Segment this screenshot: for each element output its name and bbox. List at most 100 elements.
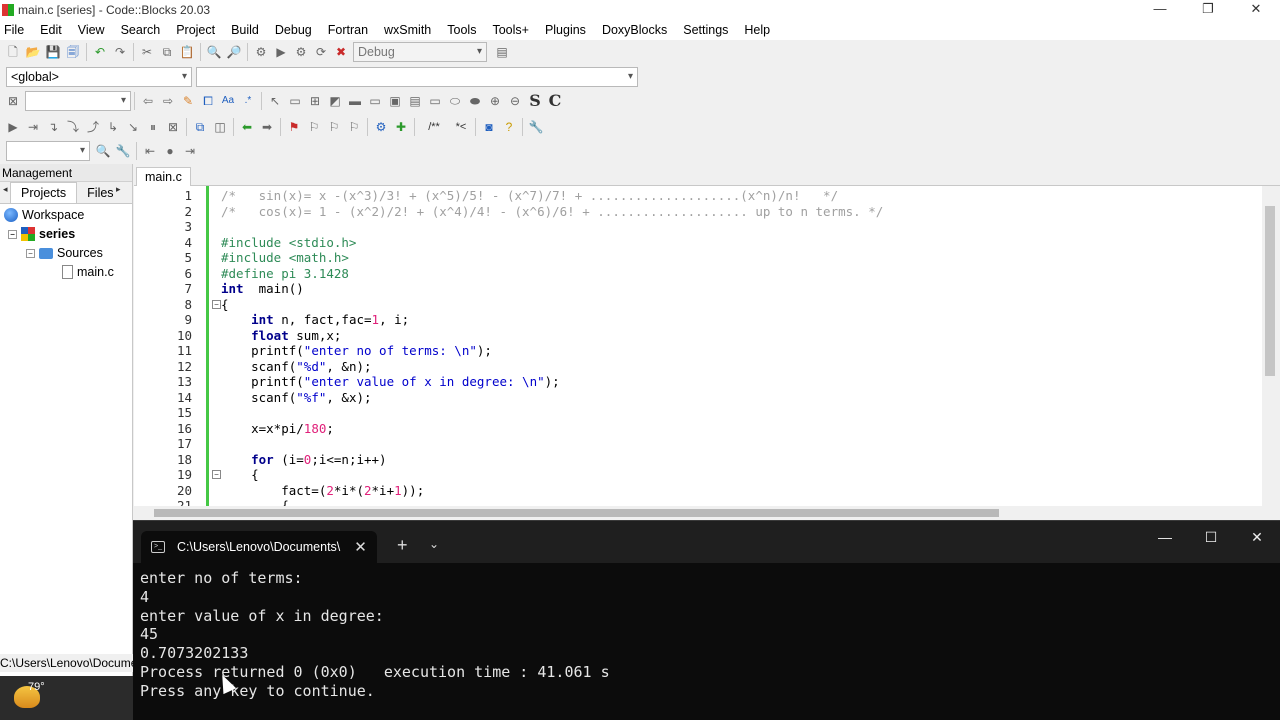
- find-combo[interactable]: ▾: [25, 91, 131, 111]
- block-c-icon[interactable]: ▣: [386, 92, 404, 110]
- horizontal-scroll-thumb[interactable]: [154, 509, 999, 517]
- tree-project[interactable]: − series: [8, 225, 75, 243]
- open-file-icon[interactable]: 📂: [24, 43, 42, 61]
- help-icon[interactable]: ?: [500, 118, 518, 136]
- block-d-icon[interactable]: ▤: [406, 92, 424, 110]
- terminal-tab[interactable]: >_ C:\Users\Lenovo\Documents\ ✕: [141, 531, 377, 563]
- debug-info-icon[interactable]: ◫: [211, 118, 229, 136]
- clear-bookmarks-icon[interactable]: ⚐: [345, 118, 363, 136]
- jump-forward-icon[interactable]: ➡: [258, 118, 276, 136]
- show-select-target-icon[interactable]: ▤: [493, 43, 511, 61]
- scope-select[interactable]: <global> ▾: [6, 67, 192, 87]
- zoom-in-icon[interactable]: ⊕: [486, 92, 504, 110]
- selected-text-icon[interactable]: ⧠: [199, 92, 217, 110]
- code-editor[interactable]: 1 2 3 4 5 6 7 8 9 10 11 12 13 14 15 16 17 18 19 20 21 − − /*…: [134, 186, 1280, 506]
- undo-icon[interactable]: ↶: [91, 43, 109, 61]
- collapse-sources-icon[interactable]: −: [26, 248, 35, 258]
- block-a-icon[interactable]: ▬: [346, 92, 364, 110]
- close-button[interactable]: ✕: [1232, 0, 1280, 20]
- comment-line-icon[interactable]: *<: [451, 118, 471, 136]
- menu-search[interactable]: Search: [113, 20, 169, 40]
- terminal-output[interactable]: enter no of terms: 4 enter value of x in d…: [140, 569, 610, 701]
- settings-symbol-icon[interactable]: 🔧: [114, 142, 132, 160]
- menu-file[interactable]: File: [0, 20, 32, 40]
- find-next-icon[interactable]: ⇨: [159, 92, 177, 110]
- macro-next-icon[interactable]: ⇥: [181, 142, 199, 160]
- grid-icon[interactable]: ⊞: [306, 92, 324, 110]
- next-line-icon[interactable]: ↴: [44, 118, 62, 136]
- menu-tools[interactable]: Tools: [439, 20, 484, 40]
- block-b-icon[interactable]: ▭: [366, 92, 384, 110]
- tab-main-c[interactable]: main.c: [136, 167, 191, 186]
- new-file-icon[interactable]: 🗋: [4, 43, 22, 61]
- close-tab-icon[interactable]: ✕: [354, 538, 367, 556]
- save-all-icon[interactable]: 🗐: [64, 43, 82, 61]
- debug-windows-icon[interactable]: ⧉: [191, 118, 209, 136]
- collapse-project-icon[interactable]: −: [8, 229, 17, 239]
- editor-horizontal-scrollbar[interactable]: [134, 506, 1280, 520]
- html-docs-icon[interactable]: ◙: [480, 118, 498, 136]
- tab-scroll-left-icon[interactable]: ◂: [3, 184, 8, 195]
- new-tab-button[interactable]: +: [397, 535, 408, 556]
- abort-icon[interactable]: ✖: [332, 43, 350, 61]
- rebuild-icon[interactable]: ⟳: [312, 43, 330, 61]
- redo-icon[interactable]: ↷: [111, 43, 129, 61]
- clear-search-icon[interactable]: ⊠: [4, 92, 22, 110]
- stop-debugger-icon[interactable]: ⊠: [164, 118, 182, 136]
- previous-bookmark-icon[interactable]: ⚐: [305, 118, 323, 136]
- search-symbol-icon[interactable]: 🔍: [94, 142, 112, 160]
- zoom-out-icon[interactable]: ⊖: [506, 92, 524, 110]
- restore-button[interactable]: ❐: [1184, 0, 1232, 20]
- toggle-bookmark-icon[interactable]: ⚑: [285, 118, 303, 136]
- doxywizard-icon[interactable]: ⚙: [372, 118, 390, 136]
- paste-icon[interactable]: 📋: [178, 43, 196, 61]
- editor-vertical-scrollbar[interactable]: [1262, 186, 1280, 506]
- step-into-icon[interactable]: ⤵: [64, 118, 82, 136]
- step-into-instruction-icon[interactable]: ↘: [124, 118, 142, 136]
- find-previous-icon[interactable]: ⇦: [139, 92, 157, 110]
- select-pointer-icon[interactable]: ↖: [266, 92, 284, 110]
- terminal-maximize-button[interactable]: ☐: [1188, 529, 1234, 546]
- menu-help[interactable]: Help: [736, 20, 778, 40]
- find-icon[interactable]: 🔍: [205, 43, 223, 61]
- fold-main-icon[interactable]: −: [212, 300, 221, 309]
- jump-back-icon[interactable]: ⬅: [238, 118, 256, 136]
- menu-plugins[interactable]: Plugins: [537, 20, 594, 40]
- menu-debug[interactable]: Debug: [267, 20, 320, 40]
- terminal-close-button[interactable]: ✕: [1234, 529, 1280, 546]
- terminal-minimize-button[interactable]: —: [1142, 529, 1188, 546]
- menu-settings[interactable]: Settings: [675, 20, 736, 40]
- save-icon[interactable]: 💾: [44, 43, 62, 61]
- shape-c-icon[interactable]: ⬬: [466, 92, 484, 110]
- cut-icon[interactable]: ✂: [138, 43, 156, 61]
- macro-record-icon[interactable]: ●: [161, 142, 179, 160]
- run-icon[interactable]: ▶: [272, 43, 290, 61]
- shape-a-icon[interactable]: ▭: [426, 92, 444, 110]
- replace-icon[interactable]: 🔎: [225, 43, 243, 61]
- comment-block-icon[interactable]: /**: [419, 118, 449, 136]
- minimize-button[interactable]: —: [1136, 0, 1184, 20]
- copy-icon[interactable]: ⧉: [158, 43, 176, 61]
- menu-wxsmith[interactable]: wxSmith: [376, 20, 439, 40]
- wrench-icon[interactable]: 🔧: [527, 118, 545, 136]
- build-and-run-icon[interactable]: ⚙: [292, 43, 310, 61]
- menu-tools-plus[interactable]: Tools+: [484, 20, 536, 40]
- build-target-select[interactable]: Debug ▾: [353, 42, 487, 62]
- menu-build[interactable]: Build: [223, 20, 267, 40]
- step-out-icon[interactable]: ⤴: [84, 118, 102, 136]
- menu-view[interactable]: View: [70, 20, 113, 40]
- tree-folder-sources[interactable]: − Sources: [26, 244, 103, 262]
- chevron-down-icon[interactable]: ⌄: [429, 537, 439, 551]
- vertical-scroll-thumb[interactable]: [1265, 206, 1275, 376]
- next-instruction-icon[interactable]: ↳: [104, 118, 122, 136]
- rectangle-icon[interactable]: ▭: [286, 92, 304, 110]
- macro-prev-icon[interactable]: ⇤: [141, 142, 159, 160]
- fold-for-icon[interactable]: −: [212, 470, 221, 479]
- s-symbol-icon[interactable]: S: [526, 92, 544, 110]
- tab-scroll-right-icon[interactable]: ▸: [116, 184, 121, 195]
- next-bookmark-icon[interactable]: ⚐: [325, 118, 343, 136]
- jump-combo[interactable]: ▾: [6, 141, 90, 161]
- menu-fortran[interactable]: Fortran: [320, 20, 376, 40]
- tree-file-main-c[interactable]: main.c: [62, 263, 114, 281]
- menu-doxyblocks[interactable]: DoxyBlocks: [594, 20, 675, 40]
